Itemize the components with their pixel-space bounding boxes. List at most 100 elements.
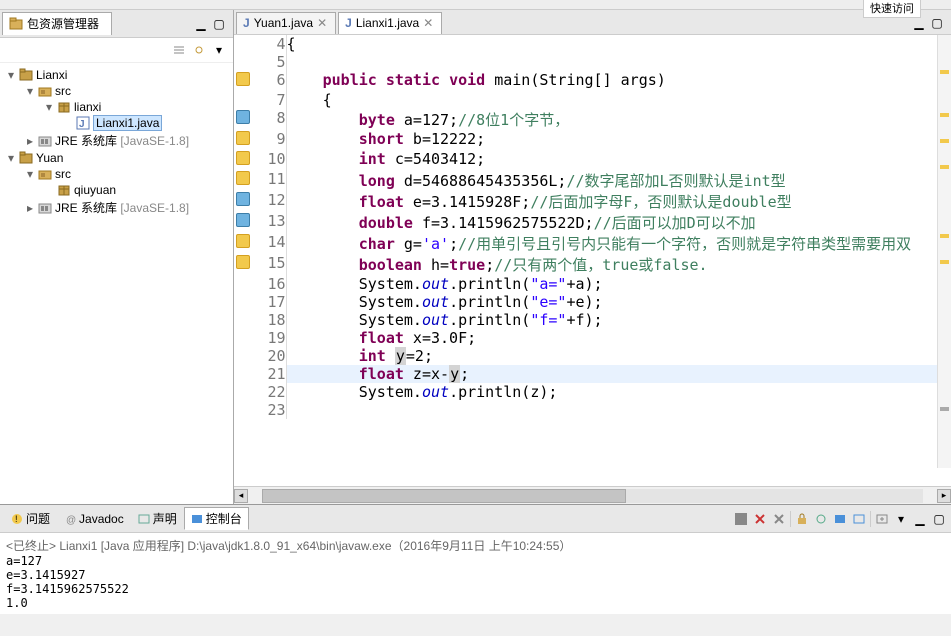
expand-icon[interactable]: ▸ <box>25 201 35 215</box>
scroll-thumb[interactable] <box>262 489 626 503</box>
gutter-marker[interactable] <box>234 150 254 170</box>
editor-tab[interactable]: JYuan1.java ✕ <box>236 12 336 34</box>
line-number[interactable]: 5 <box>254 53 286 71</box>
code-line[interactable]: char g='a';//用单引号且引号内只能有一个字符，否则就是字符串类型需要… <box>286 233 951 254</box>
line-number[interactable]: 18 <box>254 311 286 329</box>
line-number[interactable]: 17 <box>254 293 286 311</box>
horizontal-scrollbar[interactable]: ◂ ▸ <box>234 486 951 504</box>
gutter-marker[interactable] <box>234 365 254 383</box>
code-line[interactable]: float z=x-y; <box>286 365 951 383</box>
code-line[interactable]: long d=54688645435356L;//数字尾部加L否则默认是int型 <box>286 170 951 191</box>
minimize-view-icon[interactable]: ▁ <box>193 16 209 32</box>
view-menu-icon[interactable]: ▾ <box>211 42 227 58</box>
close-tab-icon[interactable]: ✕ <box>317 16 327 30</box>
code-line[interactable] <box>286 401 951 419</box>
close-tab-icon[interactable]: ✕ <box>423 16 433 30</box>
gutter-marker[interactable] <box>234 170 254 191</box>
gutter-marker[interactable] <box>234 53 254 71</box>
expand-icon[interactable]: ▸ <box>25 134 35 148</box>
maximize-console-icon[interactable]: ▢ <box>931 511 947 527</box>
gutter-marker[interactable] <box>234 130 254 150</box>
code-line[interactable]: System.out.println(z); <box>286 383 951 401</box>
package-tree[interactable]: ▾Lianxi▾src▾lianxiJLianxi1.java▸JRE 系统库 … <box>0 63 233 504</box>
minimize-console-icon[interactable]: ▁ <box>912 511 928 527</box>
tree-node[interactable]: ▸JRE 系统库 [JavaSE-1.8] <box>0 198 233 217</box>
maximize-view-icon[interactable]: ▢ <box>211 16 227 32</box>
code-line[interactable]: public static void main(String[] args) <box>286 71 951 91</box>
new-console-icon[interactable] <box>874 511 890 527</box>
code-line[interactable] <box>286 53 951 71</box>
open-console-icon[interactable] <box>851 511 867 527</box>
tree-project[interactable]: ▾Yuan <box>0 150 233 166</box>
display-console-icon[interactable] <box>832 511 848 527</box>
code-line[interactable]: System.out.println("f="+f); <box>286 311 951 329</box>
gutter-marker[interactable] <box>234 311 254 329</box>
link-editor-icon[interactable] <box>191 42 207 58</box>
code-line[interactable]: { <box>286 35 951 53</box>
code-line[interactable]: short b=12222; <box>286 130 951 150</box>
line-number[interactable]: 9 <box>254 130 286 150</box>
gutter-marker[interactable] <box>234 233 254 254</box>
line-number[interactable]: 15 <box>254 254 286 275</box>
code-line[interactable]: float e=3.1415928F;//后面加字母F，否则默认是double型 <box>286 191 951 212</box>
console-tab[interactable]: !问题 <box>4 507 57 530</box>
gutter-marker[interactable] <box>234 191 254 212</box>
gutter-marker[interactable] <box>234 383 254 401</box>
line-number[interactable]: 11 <box>254 170 286 191</box>
scroll-lock-icon[interactable] <box>794 511 810 527</box>
collapse-all-icon[interactable] <box>171 42 187 58</box>
tree-node[interactable]: JLianxi1.java <box>0 115 233 131</box>
line-number[interactable]: 4 <box>254 35 286 53</box>
console-menu-icon[interactable]: ▾ <box>893 511 909 527</box>
line-number[interactable]: 23 <box>254 401 286 419</box>
gutter-marker[interactable] <box>234 109 254 130</box>
console-tab[interactable]: @Javadoc <box>57 509 131 529</box>
gutter-marker[interactable] <box>234 71 254 91</box>
package-explorer-tab[interactable]: 包资源管理器 <box>2 12 112 35</box>
quick-access-field[interactable]: 快速访问 <box>863 0 921 10</box>
line-number[interactable]: 10 <box>254 150 286 170</box>
line-number[interactable]: 16 <box>254 275 286 293</box>
code-line[interactable]: System.out.println("e="+e); <box>286 293 951 311</box>
tree-node[interactable]: ▾src <box>0 83 233 99</box>
code-line[interactable]: boolean h=true;//只有两个值，true或false. <box>286 254 951 275</box>
code-line[interactable]: System.out.println("a="+a); <box>286 275 951 293</box>
gutter-marker[interactable] <box>234 212 254 233</box>
console-tab[interactable]: 声明 <box>131 507 184 530</box>
line-number[interactable]: 6 <box>254 71 286 91</box>
code-line[interactable]: int y=2; <box>286 347 951 365</box>
remove-launch-icon[interactable] <box>733 511 749 527</box>
gutter-marker[interactable] <box>234 91 254 109</box>
expand-icon[interactable]: ▾ <box>6 68 16 82</box>
line-number[interactable]: 7 <box>254 91 286 109</box>
tree-node[interactable]: ▾src <box>0 166 233 182</box>
overview-ruler[interactable] <box>937 35 951 468</box>
code-line[interactable]: byte a=127;//8位1个字节， <box>286 109 951 130</box>
expand-icon[interactable]: ▾ <box>25 167 35 181</box>
line-number[interactable]: 13 <box>254 212 286 233</box>
code-line[interactable]: float x=3.0F; <box>286 329 951 347</box>
pin-console-icon[interactable] <box>813 511 829 527</box>
gutter-marker[interactable] <box>234 329 254 347</box>
line-number[interactable]: 12 <box>254 191 286 212</box>
code-line[interactable]: int c=5403412; <box>286 150 951 170</box>
gutter-marker[interactable] <box>234 275 254 293</box>
remove-all-icon[interactable] <box>752 511 768 527</box>
line-number[interactable]: 8 <box>254 109 286 130</box>
scroll-left-button[interactable]: ◂ <box>234 489 248 503</box>
code-line[interactable]: { <box>286 91 951 109</box>
gutter-marker[interactable] <box>234 347 254 365</box>
line-number[interactable]: 20 <box>254 347 286 365</box>
tree-node[interactable]: qiuyuan <box>0 182 233 198</box>
expand-icon[interactable]: ▾ <box>44 100 54 114</box>
gutter-marker[interactable] <box>234 293 254 311</box>
line-number[interactable]: 22 <box>254 383 286 401</box>
clear-console-icon[interactable] <box>771 511 787 527</box>
editor-tab[interactable]: JLianxi1.java ✕ <box>338 12 442 34</box>
gutter-marker[interactable] <box>234 401 254 419</box>
maximize-editor-icon[interactable]: ▢ <box>929 15 945 31</box>
gutter-marker[interactable] <box>234 35 254 53</box>
line-number[interactable]: 21 <box>254 365 286 383</box>
console-output[interactable]: <已终止> Lianxi1 [Java 应用程序] D:\java\jdk1.8… <box>0 533 951 614</box>
code-editor[interactable]: 4{56 public static void main(String[] ar… <box>234 35 951 486</box>
